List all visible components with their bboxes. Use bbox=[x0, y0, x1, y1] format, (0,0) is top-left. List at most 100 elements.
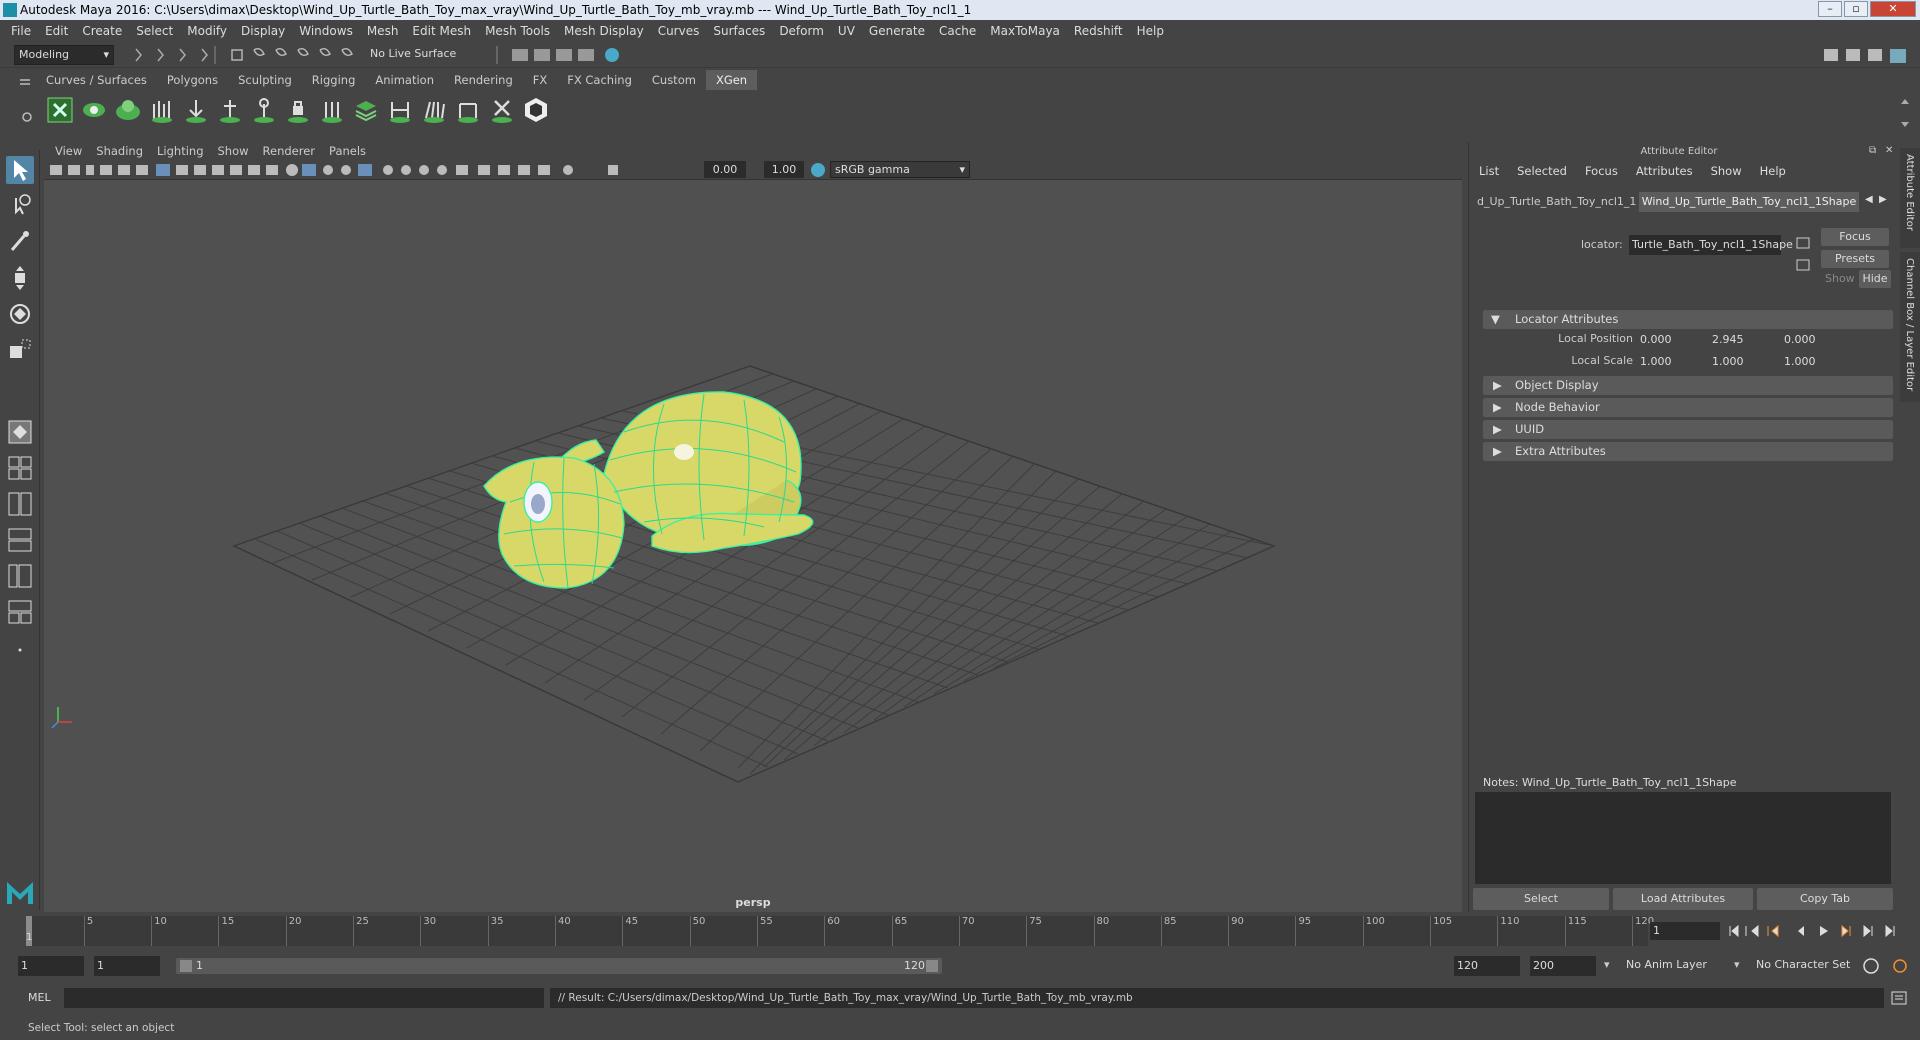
animation-end-field[interactable]: 200 bbox=[1530, 956, 1596, 976]
viewport-3d[interactable]: persp bbox=[44, 142, 1462, 912]
ae-tab-shape[interactable]: Wind_Up_Turtle_Bath_Toy_ncl1_1Shape bbox=[1639, 192, 1859, 212]
live-surface-field[interactable]: No Live Surface bbox=[366, 45, 470, 65]
menu-curves[interactable]: Curves bbox=[651, 24, 707, 38]
xgen-delete-icon[interactable] bbox=[488, 96, 516, 124]
side-by-side-layout-icon[interactable] bbox=[6, 490, 34, 518]
hide-button[interactable]: Hide bbox=[1859, 270, 1891, 288]
vp-menu-shading[interactable]: Shading bbox=[89, 144, 150, 158]
xgen-guide-icon[interactable] bbox=[216, 96, 244, 124]
viewport-canvas[interactable] bbox=[44, 142, 1462, 912]
range-end-handle[interactable] bbox=[926, 960, 938, 972]
vp-menu-view[interactable]: View bbox=[48, 144, 89, 158]
playback-end-field[interactable]: 120 bbox=[1454, 956, 1520, 976]
time-slider[interactable]: 1 5 10 15 20 25 30 35 40 45 50 55 60 65 70 75 80 85 90 95 1… bbox=[0, 914, 1920, 948]
presets-button[interactable]: Presets bbox=[1821, 250, 1889, 268]
exposure-field[interactable]: 0.00 bbox=[704, 161, 746, 178]
workspace-icons[interactable] bbox=[1822, 46, 1918, 64]
xgen-cut-icon[interactable] bbox=[386, 96, 414, 124]
xgen-preview-icon[interactable] bbox=[80, 96, 108, 124]
render-icons[interactable] bbox=[510, 46, 640, 64]
single-view-layout-icon[interactable] bbox=[6, 418, 34, 446]
shelf-tab-custom[interactable]: Custom bbox=[642, 70, 706, 90]
more-tools-icon[interactable] bbox=[6, 636, 34, 664]
close-button[interactable]: ✕ bbox=[1870, 1, 1916, 17]
ae-menu-show[interactable]: Show bbox=[1711, 164, 1742, 178]
side-tab-channel-box[interactable]: Channel Box / Layer Editor bbox=[1900, 252, 1920, 402]
shelf-scroll-icon[interactable] bbox=[1898, 96, 1912, 130]
side-tab-attribute-editor[interactable]: Attribute Editor bbox=[1900, 148, 1920, 248]
shelf-menu-icon[interactable] bbox=[18, 76, 32, 90]
xgen-layers-icon[interactable] bbox=[352, 96, 380, 124]
shelf-settings-icon[interactable] bbox=[20, 110, 34, 124]
focus-button[interactable]: Focus bbox=[1821, 228, 1889, 246]
menuset-dropdown[interactable]: Modeling ▾ bbox=[14, 45, 114, 65]
script-editor-icon[interactable] bbox=[1890, 990, 1908, 1006]
ae-menu-selected[interactable]: Selected bbox=[1517, 164, 1567, 178]
vp-menu-lighting[interactable]: Lighting bbox=[150, 144, 210, 158]
select-tool-icon[interactable] bbox=[6, 156, 34, 184]
ae-menu-list[interactable]: List bbox=[1479, 164, 1499, 178]
xgen-sculpt-icon[interactable] bbox=[250, 96, 278, 124]
xgen-editor-icon[interactable] bbox=[46, 96, 74, 124]
menu-cache[interactable]: Cache bbox=[932, 24, 983, 38]
local-position-y[interactable]: 2.945 bbox=[1709, 331, 1777, 348]
tab-scroll-left-icon[interactable]: ◀ bbox=[1865, 194, 1873, 205]
menu-windows[interactable]: Windows bbox=[292, 24, 360, 38]
shelf-tab-curves-surfaces[interactable]: Curves / Surfaces bbox=[36, 70, 157, 90]
persp-graph-layout-icon[interactable] bbox=[6, 526, 34, 554]
rotate-tool-icon[interactable] bbox=[6, 300, 34, 328]
move-tool-icon[interactable] bbox=[6, 264, 34, 292]
ae-menu-attributes[interactable]: Attributes bbox=[1636, 164, 1693, 178]
xgen-density-icon[interactable] bbox=[318, 96, 346, 124]
menu-generate[interactable]: Generate bbox=[862, 24, 932, 38]
range-bar[interactable]: 1 120 bbox=[176, 958, 942, 974]
anim-layer-dropdown[interactable]: No Anim Layer bbox=[1622, 956, 1740, 976]
minimize-button[interactable]: – bbox=[1818, 1, 1842, 17]
playback-start-field[interactable]: 1 bbox=[94, 956, 160, 976]
range-start-handle[interactable] bbox=[180, 960, 192, 972]
color-management-icon[interactable] bbox=[810, 162, 826, 178]
menu-mesh[interactable]: Mesh bbox=[360, 24, 406, 38]
chevron-down-icon[interactable]: ▾ bbox=[1604, 958, 1610, 971]
xgen-clump-icon[interactable] bbox=[420, 96, 448, 124]
focus-input-icon[interactable] bbox=[1795, 236, 1811, 250]
current-frame-field[interactable]: 1 bbox=[1650, 922, 1720, 940]
xgen-groom-icon[interactable] bbox=[148, 96, 176, 124]
chevron-down-icon[interactable]: ▾ bbox=[1734, 958, 1740, 971]
menu-redshift[interactable]: Redshift bbox=[1067, 24, 1130, 38]
menu-modify[interactable]: Modify bbox=[180, 24, 234, 38]
shelf-tab-fx[interactable]: FX bbox=[523, 70, 558, 90]
xgen-comb-icon[interactable] bbox=[182, 96, 210, 124]
xgen-globe-icon[interactable] bbox=[114, 96, 142, 124]
color-space-dropdown[interactable]: sRGB gamma ▾ bbox=[830, 161, 970, 178]
vp-menu-panels[interactable]: Panels bbox=[322, 144, 373, 158]
menu-file[interactable]: File bbox=[4, 24, 38, 38]
shelf-tab-rendering[interactable]: Rendering bbox=[444, 70, 523, 90]
scale-tool-icon[interactable] bbox=[6, 336, 34, 364]
load-attributes-button[interactable]: Load Attributes bbox=[1613, 888, 1753, 910]
menu-create[interactable]: Create bbox=[75, 24, 129, 38]
four-view-layout-icon[interactable] bbox=[6, 454, 34, 482]
local-scale-x[interactable]: 1.000 bbox=[1637, 353, 1705, 370]
prefs-icons[interactable] bbox=[1862, 956, 1916, 976]
section-locator-attributes[interactable]: ▼ Locator Attributes bbox=[1483, 310, 1893, 329]
close-panel-icon[interactable]: ✕ bbox=[1885, 145, 1893, 156]
menu-mesh-display[interactable]: Mesh Display bbox=[557, 24, 651, 38]
maximize-button[interactable]: ▫ bbox=[1844, 1, 1868, 17]
tab-scroll-right-icon[interactable]: ▶ bbox=[1879, 194, 1887, 205]
shelf-tab-rigging[interactable]: Rigging bbox=[302, 70, 366, 90]
shelf-tab-xgen[interactable]: XGen bbox=[705, 70, 758, 90]
menu-select[interactable]: Select bbox=[129, 24, 180, 38]
vp-menu-renderer[interactable]: Renderer bbox=[256, 144, 323, 158]
local-scale-z[interactable]: 1.000 bbox=[1781, 353, 1849, 370]
section-uuid[interactable]: ▶ UUID bbox=[1483, 420, 1893, 439]
menu-uv[interactable]: UV bbox=[831, 24, 862, 38]
ae-tab-transform[interactable]: d_Up_Turtle_Bath_Toy_ncl1_1 bbox=[1477, 192, 1637, 212]
select-button[interactable]: Select bbox=[1473, 888, 1609, 910]
locator-name-field[interactable]: Turtle_Bath_Toy_ncl1_1Shape bbox=[1629, 235, 1793, 255]
vp-menu-show[interactable]: Show bbox=[211, 144, 256, 158]
xgen-lock-icon[interactable] bbox=[284, 96, 312, 124]
mel-label[interactable]: MEL bbox=[28, 991, 51, 1004]
section-extra-attributes[interactable]: ▶ Extra Attributes bbox=[1483, 442, 1893, 461]
shelf-tab-animation[interactable]: Animation bbox=[365, 70, 444, 90]
